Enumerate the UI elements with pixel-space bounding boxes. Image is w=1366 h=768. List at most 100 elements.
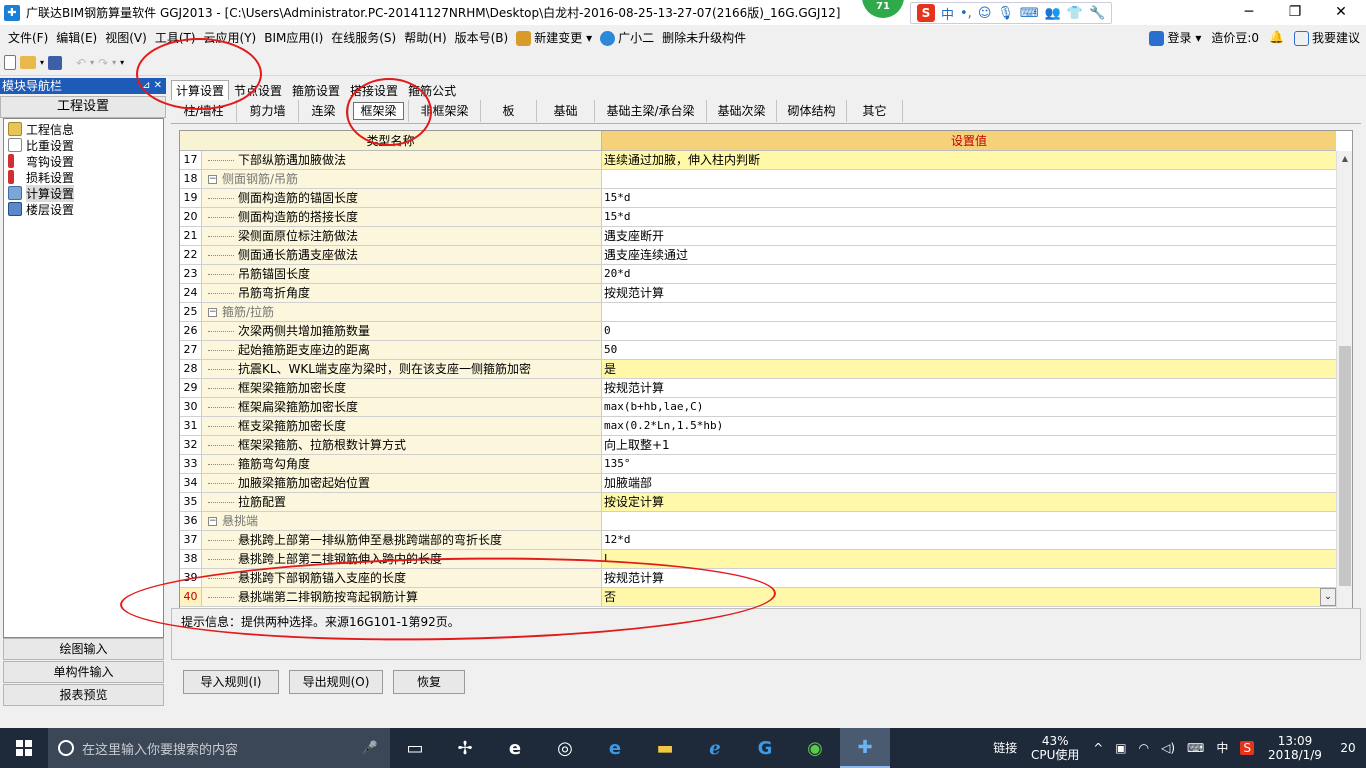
- tab-calc-settings[interactable]: 计算设置: [171, 80, 230, 100]
- row-name-cell[interactable]: 侧面通长筋遇支座做法: [202, 246, 602, 264]
- table-row[interactable]: 28 抗震KL、WKL端支座为梁时，则在该支座一侧箍筋加密 是: [180, 360, 1336, 379]
- table-row[interactable]: 33 箍筋弯勾角度 135°: [180, 455, 1336, 474]
- menu-delete-components[interactable]: 删除未升级构件: [658, 29, 750, 46]
- row-value-cell[interactable]: [602, 303, 1336, 321]
- wifi-icon[interactable]: ◠: [1133, 741, 1155, 755]
- clock[interactable]: 13:09 2018/1/9: [1260, 734, 1330, 762]
- row-name-cell[interactable]: 梁侧面原位标注筋做法: [202, 227, 602, 245]
- subtab-masonry[interactable]: 砌体结构: [777, 100, 847, 122]
- table-row[interactable]: 26 次梁两侧共增加箍筋数量 0: [180, 322, 1336, 341]
- tree-item-loss[interactable]: 损耗设置: [4, 169, 163, 185]
- skin-icon[interactable]: 👕: [1067, 6, 1083, 21]
- login-button[interactable]: 登录 ▾: [1149, 29, 1201, 46]
- row-name-cell[interactable]: 框架梁箍筋、拉筋根数计算方式: [202, 436, 602, 454]
- table-row[interactable]: 31 框支梁箍筋加密长度 max(0.2*Ln,1.5*hb): [180, 417, 1336, 436]
- row-value-cell[interactable]: 是: [602, 360, 1336, 378]
- table-row[interactable]: 19 侧面构造筋的锚固长度 15*d: [180, 189, 1336, 208]
- row-name-cell[interactable]: 侧面构造筋的搭接长度: [202, 208, 602, 226]
- row-value-cell[interactable]: 连续通过加腋，伸入柱内判断: [602, 151, 1336, 169]
- grid-scrollbar[interactable]: ▲: [1336, 151, 1352, 608]
- table-row[interactable]: 25− 箍筋/拉筋: [180, 303, 1336, 322]
- chevron-down-icon[interactable]: ⌄: [1320, 588, 1336, 606]
- row-value-cell[interactable]: 否 ⌄: [602, 588, 1336, 606]
- close-button[interactable]: ✕: [1318, 0, 1364, 25]
- subtab-foundation-secondary-beam[interactable]: 基础次梁: [707, 100, 777, 122]
- table-row[interactable]: 17 下部纵筋遇加腋做法 连续通过加腋，伸入柱内判断: [180, 151, 1336, 170]
- emoji-icon[interactable]: ☺: [978, 6, 992, 21]
- wrench-icon[interactable]: 🔧: [1089, 6, 1105, 21]
- row-name-cell[interactable]: 侧面构造筋的锚固长度: [202, 189, 602, 207]
- menu-guangxiaoer[interactable]: 广小二: [596, 29, 658, 46]
- menu-file[interactable]: 文件(F): [4, 29, 52, 46]
- table-row[interactable]: 37 悬挑跨上部第一排纵筋伸至悬挑跨端部的弯折长度 12*d: [180, 531, 1336, 550]
- menu-help[interactable]: 帮助(H): [400, 29, 450, 46]
- undo-dropdown-icon[interactable]: ▾: [90, 58, 94, 67]
- show-hidden-icon[interactable]: ^: [1087, 741, 1109, 755]
- row-value-cell[interactable]: 按规范计算: [602, 284, 1336, 302]
- table-row[interactable]: 24 吊筋弯折角度 按规范计算: [180, 284, 1336, 303]
- pin-icon[interactable]: ⊿ ✕: [142, 78, 166, 94]
- green-app-icon[interactable]: ◉: [790, 728, 840, 768]
- menu-edit[interactable]: 编辑(E): [52, 29, 101, 46]
- network-app-icon[interactable]: ▣: [1109, 741, 1132, 755]
- tree-item-weight[interactable]: 比重设置: [4, 137, 163, 153]
- menu-cloud[interactable]: 云应用(Y): [200, 29, 261, 46]
- menu-new-change[interactable]: 新建变更 ▾: [512, 29, 596, 46]
- cpu-monitor[interactable]: 43% CPU使用: [1023, 734, 1087, 762]
- subtab-slab[interactable]: 板: [481, 100, 537, 122]
- collapse-icon[interactable]: −: [208, 307, 217, 317]
- new-file-icon[interactable]: [4, 55, 16, 70]
- windows-start-icon[interactable]: [0, 728, 48, 768]
- row-name-cell[interactable]: 吊筋弯折角度: [202, 284, 602, 302]
- row-name-cell[interactable]: − 侧面钢筋/吊筋: [202, 170, 602, 188]
- keyboard-icon[interactable]: ⌨: [1020, 6, 1039, 21]
- row-value-cell[interactable]: [602, 512, 1336, 530]
- menu-bim[interactable]: BIM应用(I): [260, 29, 327, 46]
- row-value-cell[interactable]: 按设定计算: [602, 493, 1336, 511]
- tray-ime[interactable]: 中: [1210, 741, 1234, 755]
- swirl-app-icon[interactable]: ◎: [540, 728, 590, 768]
- restore-button[interactable]: 恢复: [393, 670, 465, 694]
- row-name-cell[interactable]: 加腋梁箍筋加密起始位置: [202, 474, 602, 492]
- table-row[interactable]: 39 悬挑跨下部钢筋锚入支座的长度 按规范计算: [180, 569, 1336, 588]
- row-value-cell[interactable]: 50: [602, 341, 1336, 359]
- row-name-cell[interactable]: 框支梁箍筋加密长度: [202, 417, 602, 435]
- row-name-cell[interactable]: 下部纵筋遇加腋做法: [202, 151, 602, 169]
- scroll-thumb[interactable]: [1339, 346, 1351, 586]
- row-name-cell[interactable]: 悬挑跨下部钢筋锚入支座的长度: [202, 569, 602, 587]
- nav-single-component[interactable]: 单构件输入: [3, 661, 164, 683]
- punct-icon[interactable]: •,: [960, 6, 972, 21]
- maximize-button[interactable]: ❐: [1272, 0, 1318, 25]
- sogou-icon[interactable]: S: [917, 4, 935, 22]
- row-value-cell[interactable]: max(0.2*Ln,1.5*hb): [602, 417, 1336, 435]
- row-value-cell[interactable]: 135°: [602, 455, 1336, 473]
- menu-tools[interactable]: 工具(T): [151, 29, 200, 46]
- open-folder-icon[interactable]: [20, 56, 36, 69]
- row-value-cell[interactable]: 12*d: [602, 531, 1336, 549]
- mic-icon[interactable]: 🎤: [362, 741, 378, 756]
- row-value-cell[interactable]: [602, 170, 1336, 188]
- header-type-name[interactable]: 类型名称: [180, 131, 602, 151]
- minimize-button[interactable]: ─: [1226, 0, 1272, 25]
- subtab-other[interactable]: 其它: [847, 100, 903, 122]
- row-value-cell[interactable]: 加腋端部: [602, 474, 1336, 492]
- table-row[interactable]: 38 悬挑跨上部第二排钢筋伸入跨内的长度 L: [180, 550, 1336, 569]
- menu-view[interactable]: 视图(V): [101, 29, 151, 46]
- open-dropdown-icon[interactable]: ▾: [40, 58, 44, 67]
- tree-item-floor[interactable]: 楼层设置: [4, 201, 163, 217]
- tray-link[interactable]: 链接: [987, 741, 1023, 755]
- table-row[interactable]: 21 梁侧面原位标注筋做法 遇支座断开: [180, 227, 1336, 246]
- row-name-cell[interactable]: 拉筋配置: [202, 493, 602, 511]
- sogou-tray-icon[interactable]: S: [1234, 741, 1260, 755]
- row-value-cell[interactable]: 遇支座断开: [602, 227, 1336, 245]
- nav-report-preview[interactable]: 报表预览: [3, 684, 164, 706]
- row-value-cell[interactable]: 遇支座连续通过: [602, 246, 1336, 264]
- row-name-cell[interactable]: 框架梁箍筋加密长度: [202, 379, 602, 397]
- table-row[interactable]: 29 框架梁箍筋加密长度 按规范计算: [180, 379, 1336, 398]
- table-row[interactable]: 22 侧面通长筋遇支座做法 遇支座连续通过: [180, 246, 1336, 265]
- subtab-coupling-beam[interactable]: 连梁: [299, 100, 349, 122]
- menu-online[interactable]: 在线服务(S): [327, 29, 400, 46]
- subtab-frame-beam[interactable]: 框架梁: [349, 100, 409, 122]
- subtab-foundation[interactable]: 基础: [537, 100, 595, 122]
- table-row[interactable]: 23 吊筋锚固长度 20*d: [180, 265, 1336, 284]
